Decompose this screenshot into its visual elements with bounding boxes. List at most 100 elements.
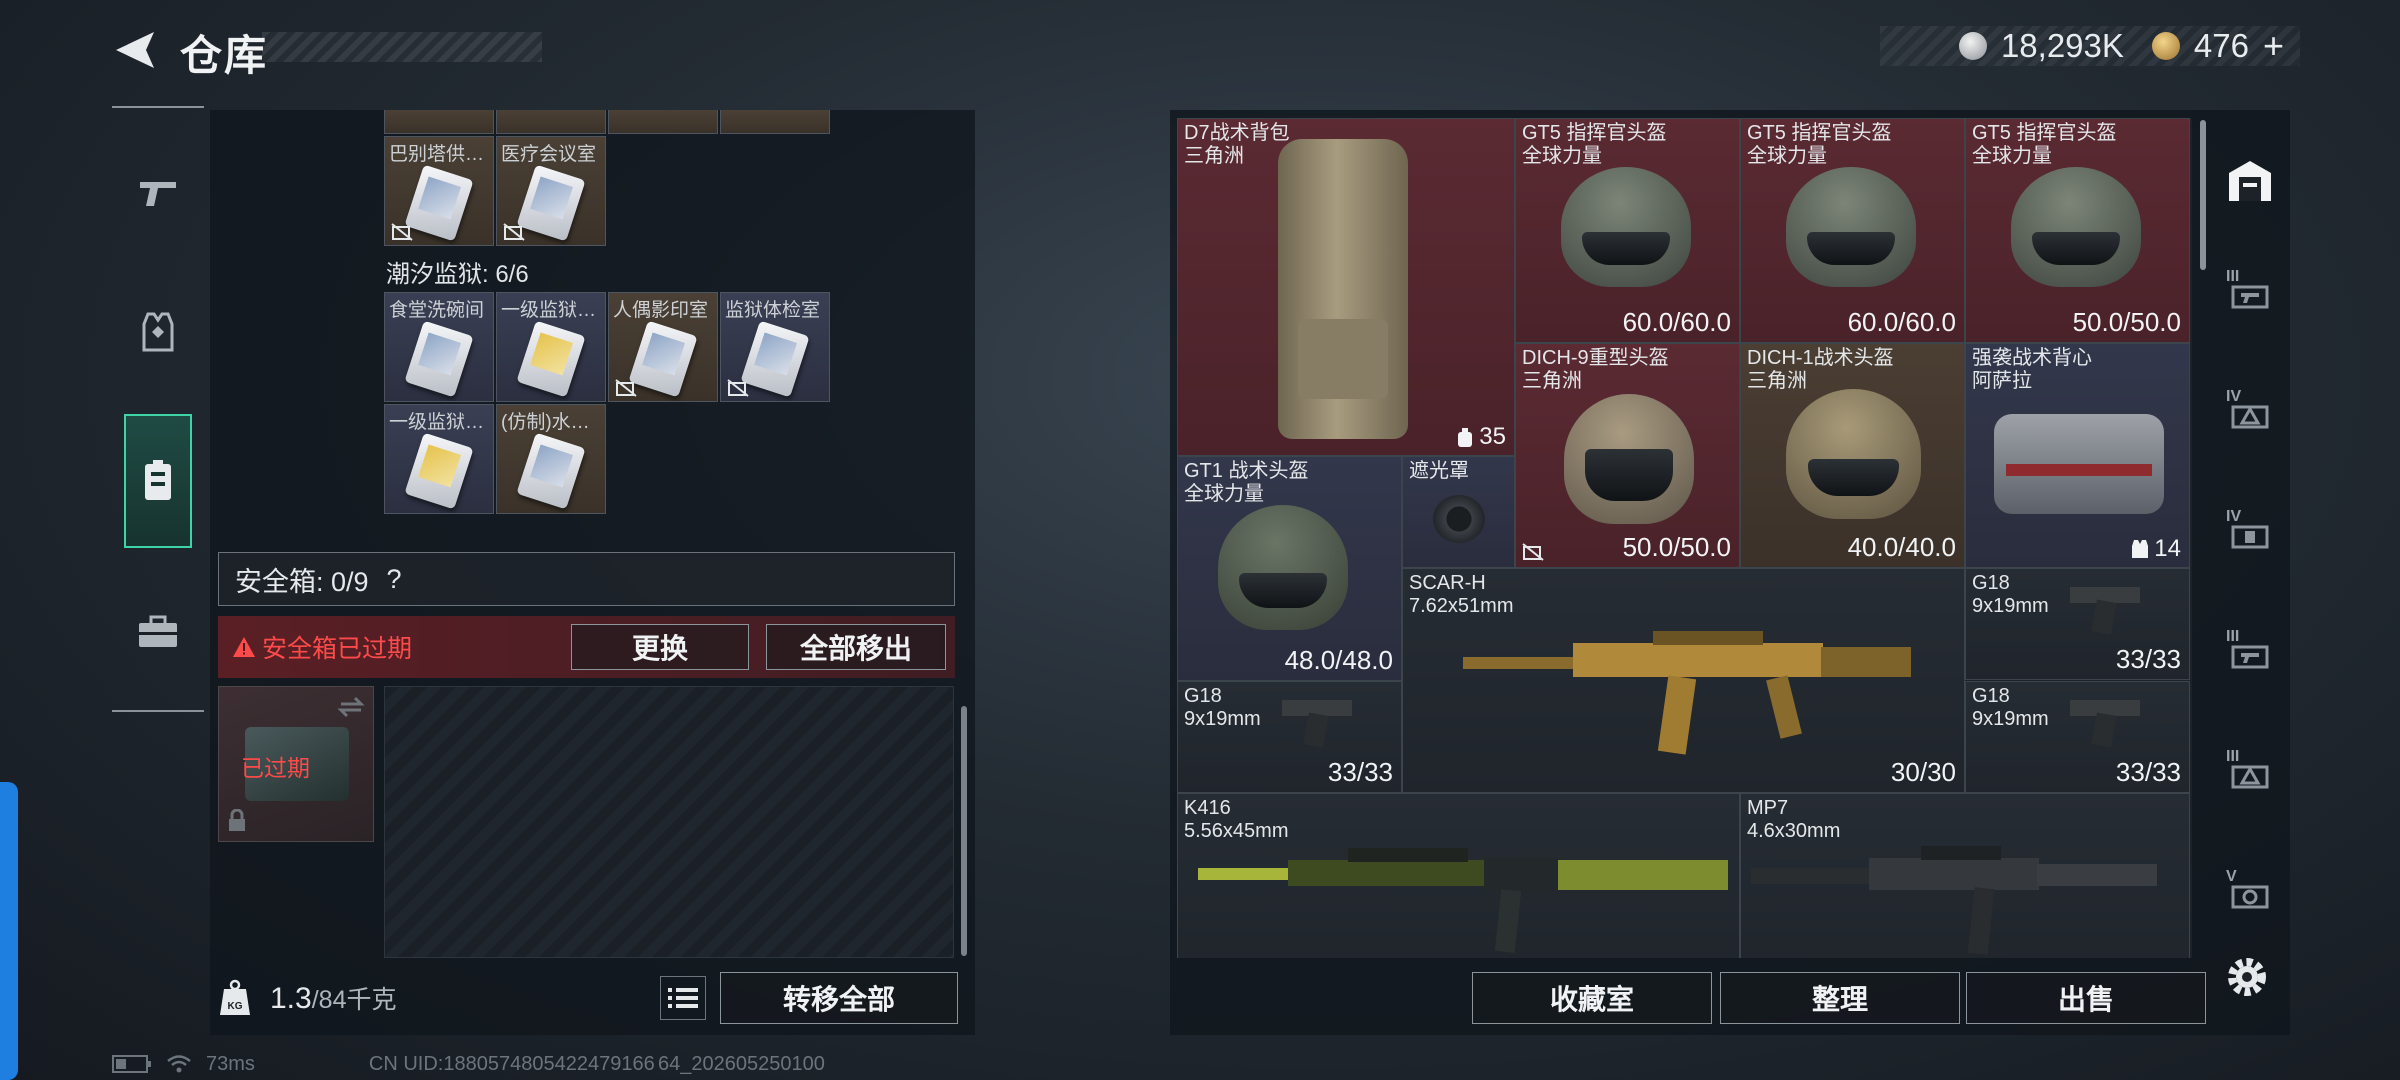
expired-warning: 安全箱已过期 (232, 629, 412, 665)
item-label: (仿制)水… (501, 412, 590, 433)
stash-item-pistol[interactable]: G18 9x19mm 33/33 (1965, 568, 2190, 680)
weight-max: /84千克 (311, 986, 397, 1014)
stash-item-helmet[interactable]: GT1 战术头盔 全球力量 48.0/48.0 (1177, 456, 1402, 681)
keycard-item[interactable]: 医疗会议室 (496, 136, 606, 246)
tier-label: V (2226, 868, 2237, 885)
left-category-tabs (112, 106, 204, 712)
stash-item-helmet[interactable]: DICH-9重型头盔 三角洲 50.0/50.0 (1515, 343, 1740, 568)
safebox-capacity-bar: 安全箱: 0/9 ? (218, 552, 955, 606)
vest-icon (142, 312, 174, 352)
item-capacity: 35 (1455, 423, 1506, 451)
safebox-help-button[interactable]: ? (387, 564, 402, 595)
collection-room-button[interactable]: 收藏室 (1472, 972, 1712, 1024)
item-name: K416 (1184, 797, 1231, 819)
stash-item-backpack[interactable]: D7战术背包 三角洲 35 (1177, 118, 1515, 456)
stash-item-rifle[interactable]: SCAR-H 7.62x51mm 30/30 (1402, 568, 1965, 793)
item-card-partial[interactable] (496, 110, 606, 134)
tabs-divider-bottom (112, 710, 204, 712)
list-view-button[interactable] (660, 976, 706, 1020)
tab-storage-tier[interactable]: III (2218, 622, 2282, 686)
item-card-partial[interactable] (720, 110, 830, 134)
stash-item-helmet[interactable]: GT5 指挥官头盔 全球力量 60.0/60.0 (1740, 118, 1965, 343)
item-name: MP7 (1747, 797, 1789, 819)
stash-item-vest[interactable]: 强袭战术背心 阿萨拉 14 (1965, 343, 2190, 568)
tab-storage-tier[interactable]: IV (2218, 382, 2282, 446)
stash-item-helmet[interactable]: GT5 指挥官头盔 全球力量 60.0/60.0 (1515, 118, 1740, 343)
tab-storage-tier[interactable]: V (2218, 862, 2282, 926)
item-origin: 9x19mm (1972, 708, 2049, 730)
safebox-thumbnail[interactable]: 已过期 (218, 686, 374, 842)
keycard-item[interactable]: 监狱体检室 (720, 292, 830, 402)
item-name: D7战术背包 (1184, 122, 1290, 144)
left-scrollbar[interactable] (961, 706, 967, 956)
item-card-partial[interactable] (608, 110, 718, 134)
tabs-divider-top (112, 106, 204, 108)
item-durability: 60.0/60.0 (1622, 307, 1731, 337)
item-name: DICH-1战术头盔 (1747, 347, 1894, 369)
item-label: 巴别塔供… (389, 144, 485, 165)
safebox-expired-label: 已过期 (241, 755, 310, 781)
stash-item-pistol[interactable]: G18 9x19mm 33/33 (1965, 681, 2190, 793)
stash-scrollbar[interactable] (2200, 120, 2206, 270)
stash-item-helmet[interactable]: GT5 指挥官头盔 全球力量 50.0/50.0 (1965, 118, 2190, 343)
pistol-icon (140, 182, 176, 206)
stash-item-pistol[interactable]: G18 9x19mm 33/33 (1177, 681, 1402, 793)
keycard-icon (628, 320, 698, 398)
silver-coin-icon (1958, 32, 1987, 60)
keycard-item[interactable]: (仿制)水… (496, 404, 606, 514)
item-card-partial[interactable] (384, 110, 494, 134)
settings-gear-icon[interactable] (2222, 952, 2272, 1002)
keycard-item[interactable]: 一级监狱… (384, 404, 494, 514)
weight-current: 1.3 (270, 982, 312, 1015)
side-drawer-handle[interactable] (0, 782, 18, 1080)
tab-weapons[interactable] (124, 146, 192, 238)
keycard-icon (404, 164, 474, 242)
tab-storage-tier[interactable]: IV (2218, 502, 2282, 566)
stash-item-rifle[interactable]: K416 5.56x45mm (1177, 793, 1740, 958)
sell-button[interactable]: 出售 (1966, 972, 2206, 1024)
item-capacity: 14 (2130, 535, 2181, 563)
add-currency-button[interactable]: + (2263, 25, 2284, 67)
safebox-label: 安全箱: 0/9 (235, 566, 369, 597)
item-name: G18 (1972, 685, 2010, 707)
tier-label: III (2226, 748, 2240, 765)
sort-button[interactable]: 整理 (1720, 972, 1960, 1024)
item-name: GT5 指挥官头盔 (1522, 122, 1667, 144)
tab-storage-tier[interactable]: III (2218, 742, 2282, 806)
helmet-image (1561, 167, 1691, 287)
keycard-item[interactable]: 食堂洗碗间 (384, 292, 494, 402)
stash-item-helmet[interactable]: DICH-1战术头盔 三角洲 40.0/40.0 (1740, 343, 1965, 568)
tab-equipment[interactable] (124, 286, 192, 378)
weight-icon-text: KG (228, 1001, 243, 1012)
tab-storage[interactable] (124, 414, 192, 548)
wifi-icon (167, 1055, 191, 1073)
item-label: 医疗会议室 (501, 144, 597, 165)
stash-item-smg[interactable]: MP7 4.6x30mm (1740, 793, 2190, 958)
item-origin: 三角洲 (1747, 370, 1807, 392)
replace-button[interactable]: 更换 (571, 624, 749, 670)
item-ammo: 30/30 (1890, 757, 1956, 787)
item-durability: 60.0/60.0 (1847, 307, 1956, 337)
keycard-item[interactable]: 巴别塔供… (384, 136, 494, 246)
item-ammo: 33/33 (1327, 757, 1393, 787)
gold-balance: 476 (2193, 27, 2249, 64)
safebox-slots-grid[interactable] (384, 686, 954, 958)
keycard-item[interactable]: 一级监狱… (496, 292, 606, 402)
silver-balance: 18,293K (2000, 27, 2124, 64)
back-button[interactable] (110, 28, 158, 72)
item-origin: 全球力量 (1522, 145, 1602, 167)
transfer-all-button[interactable]: 转移全部 (720, 972, 958, 1024)
currency-bar: 18,293K 476 + (1880, 25, 2300, 67)
backpack-icon (145, 460, 171, 500)
remove-all-button[interactable]: 全部移出 (766, 624, 946, 670)
item-origin: 阿萨拉 (1972, 370, 2032, 392)
rifle-image (1463, 631, 1911, 755)
rifle-image (1198, 848, 1728, 953)
stash-item-sunshade[interactable]: 遮光罩 (1402, 456, 1515, 568)
tab-supplies[interactable] (124, 586, 192, 678)
tab-storage-tier[interactable]: III (2218, 262, 2282, 326)
tier-label: IV (2226, 508, 2242, 525)
tab-all-storage[interactable] (2218, 148, 2282, 212)
item-name: GT5 指挥官头盔 (1972, 122, 2117, 144)
keycard-item[interactable]: 人偶影印室 (608, 292, 718, 402)
